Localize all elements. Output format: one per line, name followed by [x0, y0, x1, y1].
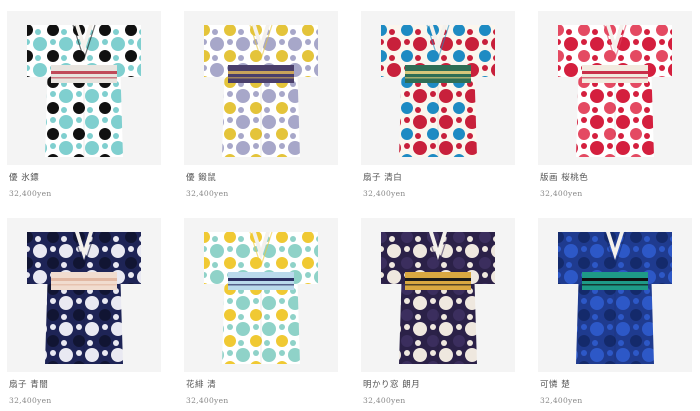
- product-image[interactable]: [184, 11, 338, 165]
- kimono-illustration: [558, 231, 672, 364]
- kimono-shape: [204, 231, 318, 364]
- kimono-illustration: [27, 231, 141, 364]
- product-image[interactable]: [7, 11, 161, 165]
- kimono-illustration: [381, 231, 495, 364]
- product-image[interactable]: [184, 218, 338, 372]
- product-name[interactable]: 版画 桜桃色: [540, 171, 588, 183]
- product-price: 32,400yen: [186, 396, 229, 405]
- product-name[interactable]: 明かり窓 朗月: [363, 378, 420, 390]
- kimono-illustration: [558, 24, 672, 157]
- kimono-shape: [381, 231, 495, 364]
- kimono-shape: [27, 231, 141, 364]
- product-price: 32,400yen: [9, 396, 52, 405]
- product-price: 32,400yen: [363, 189, 406, 198]
- kimono-shape: [27, 24, 141, 157]
- product-price: 32,400yen: [363, 396, 406, 405]
- product-image[interactable]: [361, 11, 515, 165]
- product-image[interactable]: [538, 218, 692, 372]
- product-image[interactable]: [7, 218, 161, 372]
- kimono-illustration: [27, 24, 141, 157]
- kimono-illustration: [204, 231, 318, 364]
- product-name[interactable]: 優 鍛鼠: [186, 171, 216, 183]
- product-name[interactable]: 優 氷鏢: [9, 171, 39, 183]
- product-price: 32,400yen: [9, 189, 52, 198]
- product-price: 32,400yen: [540, 396, 583, 405]
- product-name[interactable]: 扇子 青闇: [9, 378, 48, 390]
- kimono-shape: [381, 24, 495, 157]
- kimono-illustration: [204, 24, 318, 157]
- product-price: 32,400yen: [540, 189, 583, 198]
- product-name[interactable]: 扇子 清白: [363, 171, 402, 183]
- product-image[interactable]: [538, 11, 692, 165]
- product-name[interactable]: 花緋 清: [186, 378, 216, 390]
- kimono-illustration: [381, 24, 495, 157]
- product-image[interactable]: [361, 218, 515, 372]
- product-price: 32,400yen: [186, 189, 229, 198]
- product-grid: 優 氷鏢 32,400yen 優 鍛鼠 32,400yen 扇子 清白 32,4…: [0, 0, 700, 411]
- product-name[interactable]: 可憐 楚: [540, 378, 570, 390]
- kimono-shape: [558, 231, 672, 364]
- kimono-shape: [204, 24, 318, 157]
- kimono-shape: [558, 24, 672, 157]
